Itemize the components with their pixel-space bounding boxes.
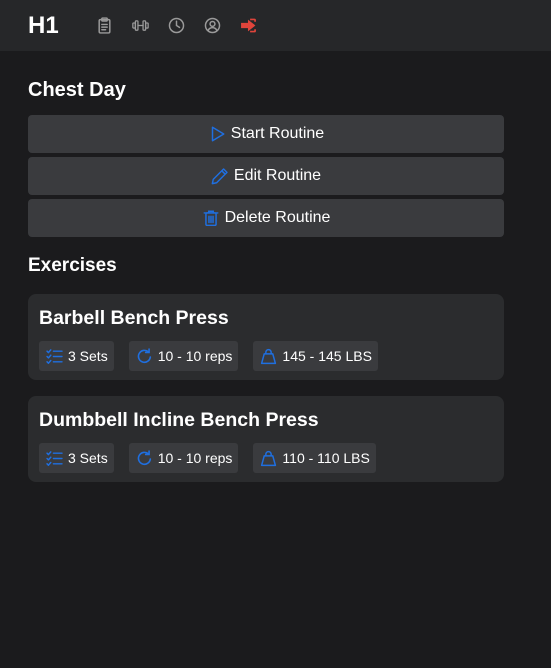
weight-badge: 110 - 110 LBS — [253, 443, 376, 473]
sets-badge: 3 Sets — [39, 341, 114, 371]
exercise-name: Barbell Bench Press — [39, 307, 229, 329]
play-icon — [211, 126, 225, 142]
weight-value: 145 - 145 LBS — [282, 348, 372, 364]
weight-value: 110 - 110 LBS — [282, 450, 370, 466]
pencil-icon — [211, 168, 228, 185]
exercise-card[interactable]: Dumbbell Incline Bench Press 3 Sets 10 -… — [28, 396, 504, 482]
start-routine-button[interactable]: Start Routine — [28, 115, 504, 153]
routine-title: Chest Day — [28, 79, 126, 101]
reps-badge: 10 - 10 reps — [128, 443, 239, 473]
reps-badge: 10 - 10 reps — [128, 341, 239, 371]
sets-value: 3 Sets — [68, 348, 108, 364]
top-navbar: H1 — [0, 0, 551, 51]
clipboard-icon[interactable] — [86, 14, 122, 38]
start-routine-label: Start Routine — [230, 125, 325, 142]
kettlebell-icon — [261, 450, 277, 466]
delete-routine-button[interactable]: Delete Routine — [28, 199, 504, 237]
sets-value: 3 Sets — [68, 450, 108, 466]
brand-logo[interactable]: H1 — [28, 12, 86, 40]
exercise-card[interactable]: Barbell Bench Press 3 Sets 10 - 10 reps … — [28, 294, 504, 380]
checklist-icon — [46, 450, 63, 466]
reps-value: 10 - 10 reps — [157, 348, 233, 364]
user-circle-icon[interactable] — [194, 14, 230, 38]
logout-icon[interactable] — [230, 14, 266, 38]
exercises-heading: Exercises — [28, 255, 117, 276]
kettlebell-icon — [261, 348, 277, 364]
clock-icon[interactable] — [158, 14, 194, 38]
edit-routine-label: Edit Routine — [233, 167, 322, 184]
exercise-name: Dumbbell Incline Bench Press — [39, 409, 319, 431]
exercise-stats: 3 Sets 10 - 10 reps 145 - 145 LBS — [39, 341, 493, 371]
exercise-stats: 3 Sets 10 - 10 reps 110 - 110 LBS — [39, 443, 493, 473]
repeat-icon — [137, 347, 151, 363]
delete-routine-label: Delete Routine — [224, 209, 331, 226]
routine-view: Chest Day Start Routine Edit Routine Del… — [0, 51, 551, 482]
weight-badge: 145 - 145 LBS — [253, 341, 378, 371]
sets-badge: 3 Sets — [39, 443, 114, 473]
trash-icon — [203, 210, 219, 227]
repeat-icon — [137, 449, 151, 465]
checklist-icon — [46, 348, 63, 364]
dumbbell-icon[interactable] — [122, 14, 158, 38]
edit-routine-button[interactable]: Edit Routine — [28, 157, 504, 195]
reps-value: 10 - 10 reps — [157, 450, 233, 466]
